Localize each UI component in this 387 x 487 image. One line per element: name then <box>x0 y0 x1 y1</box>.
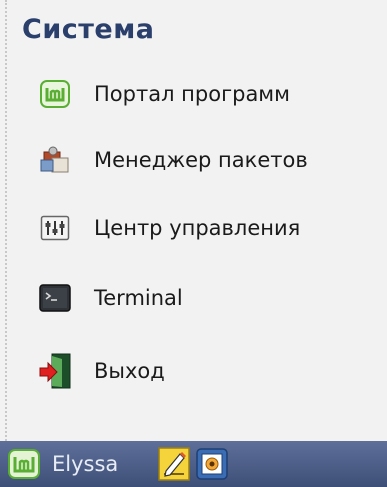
text-editor-launcher[interactable] <box>158 447 190 481</box>
menu-item-control-center[interactable]: Центр управления <box>38 206 378 250</box>
menu-item-package-manager[interactable]: Менеджер пакетов <box>38 138 378 182</box>
start-menu-button[interactable]: Elyssa <box>8 448 152 480</box>
screenshot-icon <box>196 448 228 480</box>
menu-item-label: Выход <box>94 359 165 383</box>
package-manager-icon <box>38 143 72 177</box>
terminal-icon <box>38 281 72 315</box>
menu-item-logout[interactable]: Выход <box>38 349 378 393</box>
control-center-icon <box>38 211 72 245</box>
menu-item-label: Terminal <box>94 286 183 310</box>
panel-border <box>5 0 7 441</box>
text-editor-icon <box>158 447 190 481</box>
menu-item-label: Портал программ <box>94 82 290 106</box>
screenshot-launcher[interactable] <box>196 447 228 481</box>
start-menu-label: Elyssa <box>52 452 119 476</box>
logout-icon <box>38 353 72 389</box>
menu-item-software-portal[interactable]: Портал программ <box>38 72 378 116</box>
taskbar: Elyssa <box>0 441 387 487</box>
mint-logo-icon <box>8 449 40 479</box>
section-title: Система <box>22 14 155 45</box>
system-menu-panel: Система Портал программ Менеджер пакетов <box>0 0 387 441</box>
menu-item-label: Центр управления <box>94 216 301 240</box>
mint-software-icon <box>38 77 72 111</box>
menu-item-label: Менеджер пакетов <box>94 148 308 172</box>
menu-item-terminal[interactable]: Terminal <box>38 276 378 320</box>
